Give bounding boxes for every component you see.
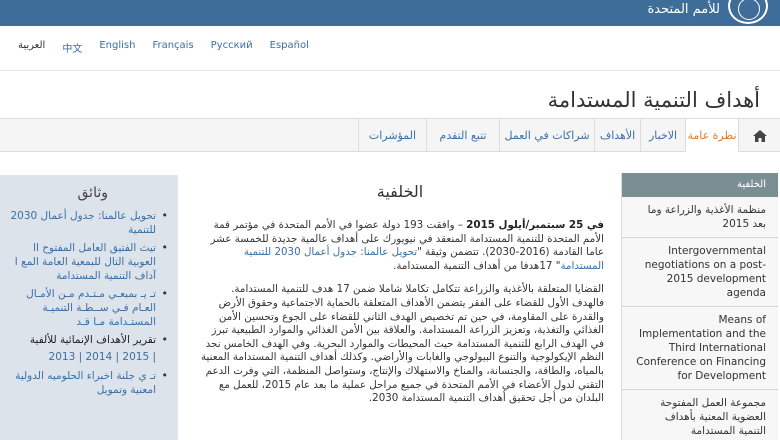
main-nav: نظرة عامة الاخبار الأهداف شراكات في العم… xyxy=(0,118,780,152)
tab-partnerships[interactable]: شراكات في العمل xyxy=(499,119,594,152)
sidebar-item-owg[interactable]: مجموعة العمل المفتوحة العضوية المعنية بأ… xyxy=(622,390,778,440)
section-heading: الخلفية xyxy=(376,182,424,201)
mdg-years-links[interactable]: 2013 | 2014 | 2015 | xyxy=(8,351,168,363)
document-link[interactable]: تـ يـ بمبعـي مـتـدم مـن الأمـال العـام ف… xyxy=(8,287,168,329)
documents-title: وثائق xyxy=(77,185,109,201)
document-link[interactable]: تحويل عالمنا: جدول أعمال 2030 للتنمية xyxy=(8,209,168,237)
intro-tail: " 17هدفا من أهداف التنمية المستدامة. xyxy=(393,259,561,272)
lang-french[interactable]: Français xyxy=(152,40,193,60)
lang-spanish[interactable]: Español xyxy=(270,40,309,60)
sidebar-item-financing[interactable]: Means of Implementation and the Third In… xyxy=(622,307,778,390)
document-link[interactable]: تـ ي جلنة اخبراء الحلوميه الدولية امعنية… xyxy=(8,369,168,397)
nav-home[interactable] xyxy=(738,119,780,152)
language-bar: العربية 中文 English Français Русский Espa… xyxy=(18,40,326,60)
fao-logo[interactable] xyxy=(728,0,768,24)
tab-overview[interactable]: نظرة عامة xyxy=(685,119,738,152)
home-icon xyxy=(753,130,767,142)
tab-indicators[interactable]: المؤشرات xyxy=(358,119,426,152)
lang-chinese[interactable]: 中文 xyxy=(62,40,82,60)
intro-paragraph: في 25 سبتمبر/أيلول 2015 – وافقت 193 دولة… xyxy=(196,219,604,273)
org-name: للأمم المتحدة xyxy=(647,2,720,17)
sidebar-item-fao-post2015[interactable]: منظمة الأغذية والزراعة وما بعد 2015 xyxy=(622,197,778,238)
body-paragraph: القضايا المتعلقة بالأغذية والزراعة تتكام… xyxy=(200,283,604,405)
right-sidebar: الخلفية منظمة الأغذية والزراعة وما بعد 2… xyxy=(621,173,778,440)
divider xyxy=(0,70,780,71)
intro-date: في 25 سبتمبر/أيلول 2015 xyxy=(466,219,604,231)
documents-panel: وثائق تحويل عالمنا: جدول أعمال 2030 للتن… xyxy=(0,175,178,440)
lang-english[interactable]: English xyxy=(99,40,135,60)
document-link[interactable]: تقرير الأهداف الإنمائية للألفية xyxy=(8,333,168,347)
sidebar-header[interactable]: الخلفية xyxy=(622,173,778,197)
top-banner: للأمم المتحدة xyxy=(0,0,780,26)
lang-russian[interactable]: Русский xyxy=(211,40,253,60)
page-title: أهداف التنمية المستدامة xyxy=(547,88,760,112)
tab-goals[interactable]: الأهداف xyxy=(594,119,640,152)
tab-news[interactable]: الاخبار xyxy=(640,119,685,152)
documents-list: تحويل عالمنا: جدول أعمال 2030 للتنمية تي… xyxy=(0,201,178,397)
lang-arabic[interactable]: العربية xyxy=(18,40,45,60)
main-content: الخلفية في 25 سبتمبر/أيلول 2015 – وافقت … xyxy=(196,182,604,416)
document-link[interactable]: تيث الفتيق العامل المفتوح اا العوبية الت… xyxy=(8,241,168,283)
sidebar-item-negotiations[interactable]: Intergovernmental negotiations on a post… xyxy=(622,238,778,307)
tab-tracking[interactable]: تتبع التقدم xyxy=(426,119,499,152)
